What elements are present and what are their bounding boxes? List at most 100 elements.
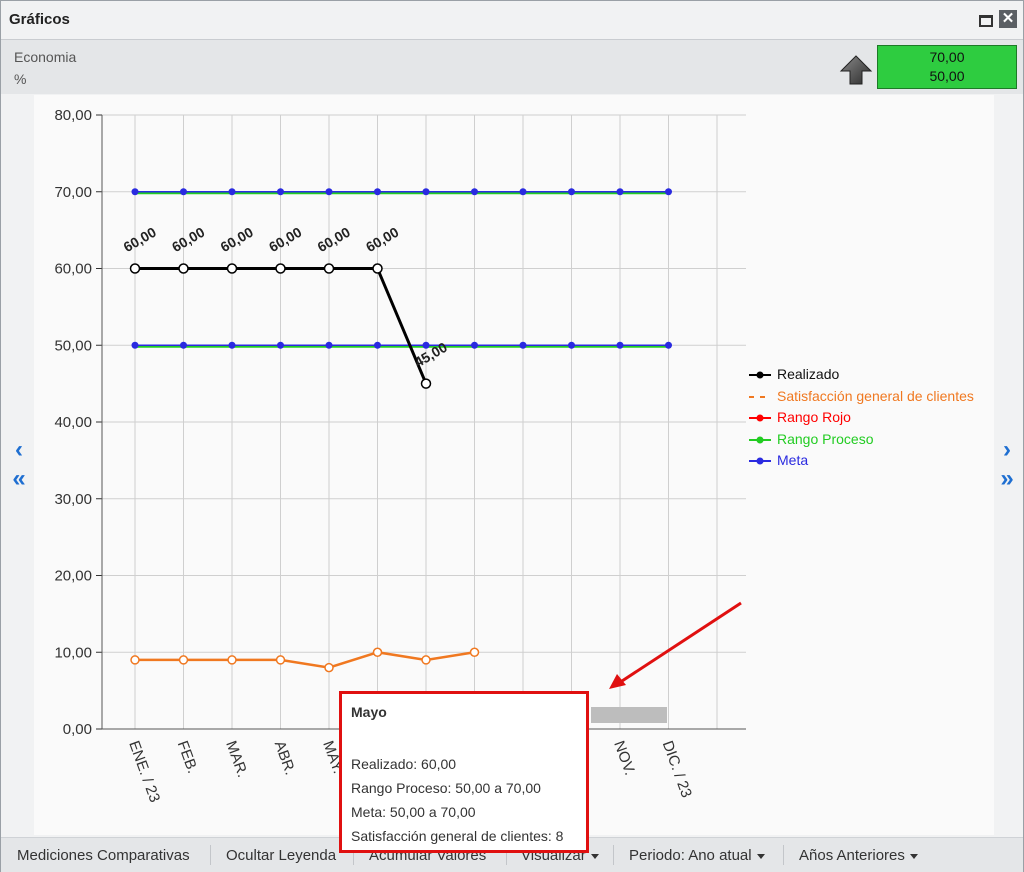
x-tick-label: FEB. (174, 739, 201, 776)
realizado-data-label: 60,00 (315, 224, 354, 255)
meta-point (325, 341, 333, 349)
realizado-data-label: 60,00 (363, 224, 402, 255)
meta-point (616, 188, 624, 196)
y-tick-label: 0,00 (63, 721, 92, 738)
satisfaccion-point (130, 655, 140, 665)
period-dropdown[interactable]: Periodo: Ano atual (629, 847, 765, 864)
meta-point (422, 188, 430, 196)
scroll-bar (591, 707, 667, 723)
y-tick-label: 50,00 (54, 337, 92, 354)
last-period-button[interactable]: » (997, 467, 1017, 491)
realizado-data-label: 45,00 (412, 339, 451, 370)
meta-point (471, 188, 478, 196)
tooltip-title: Mayo (351, 704, 387, 720)
realizado-point (226, 263, 238, 274)
window-title: Gráficos (9, 11, 70, 28)
tooltip-line: Rango Proceso: 50,00 a 70,00 (351, 780, 541, 796)
meta-point (325, 188, 333, 196)
satisfaccion-point (372, 647, 383, 657)
meta-point (131, 188, 139, 196)
legend-label: Rango Rojo (777, 409, 851, 425)
meta-point (568, 188, 575, 196)
y-tick-label: 40,00 (54, 414, 92, 431)
x-tick-label: NOV. (610, 739, 638, 778)
legend-label: Rango Proceso (777, 430, 874, 447)
previous-years-dropdown[interactable]: Años Anteriores (799, 847, 918, 864)
meta-point (374, 341, 381, 349)
graficos-window: Gráficos ✕ Economia % 70,00 50,00 0,00 10… (0, 0, 1024, 872)
comparative-measurements-button[interactable]: Mediciones Comparativas (17, 847, 190, 864)
indicator-unit: % (14, 71, 27, 87)
realizado-point (275, 263, 286, 274)
annotation-arrow (609, 601, 742, 689)
legend-marker (749, 395, 771, 398)
legend-label: Realizado (777, 366, 840, 382)
meta-point (180, 188, 187, 196)
indicator-header: Economia % 70,00 50,00 (1, 40, 1023, 94)
y-tick-label: 20,00 (54, 568, 92, 585)
meta-point (228, 188, 236, 196)
range-low-value: 50,00 (929, 68, 965, 84)
next-period-button[interactable]: › (997, 438, 1017, 462)
y-tick-label: 30,00 (54, 491, 92, 508)
prev-period-button[interactable]: ‹ (9, 438, 29, 462)
satisfaccion-point (275, 655, 286, 665)
meta-point (180, 341, 187, 349)
meta-point (228, 341, 236, 349)
legend-label: Satisfacción general de clientes (777, 387, 974, 404)
satisfaccion-point (469, 647, 480, 657)
meta-point (519, 188, 527, 196)
realizado-point (178, 263, 189, 274)
realizado-data-label: 60,00 (169, 224, 208, 255)
satisfaccion-point (227, 655, 237, 665)
previous-years-label: Años Anteriores (799, 847, 905, 864)
hide-legend-button[interactable]: Ocultar Leyenda (226, 847, 336, 864)
meta-point (568, 341, 575, 349)
x-tick-label: DIC. / 23 (659, 739, 695, 800)
realizado-point (420, 378, 432, 389)
realizado-point (323, 263, 335, 274)
close-icon[interactable]: ✕ (999, 10, 1017, 28)
realizado-data-label: 60,00 (121, 224, 160, 255)
realizado-point (372, 263, 383, 274)
chevron-down-icon (756, 853, 765, 859)
maximize-icon[interactable] (976, 10, 994, 28)
tooltip-line: Realizado: 60,00 (351, 756, 457, 772)
meta-point (131, 341, 139, 349)
meta-point (616, 341, 624, 349)
title-bar: Gráficos ✕ (1, 1, 1023, 40)
legend-marker (749, 436, 771, 443)
range-high-value: 70,00 (929, 49, 965, 65)
x-tick-label: MAR. (222, 739, 251, 780)
realizado-data-label: 60,00 (218, 224, 257, 255)
data-tooltip: Mayo Realizado: 60,00 Rango Proceso: 50,… (339, 691, 589, 853)
range-value-box: 70,00 50,00 (877, 45, 1017, 89)
legend-marker (749, 371, 771, 379)
y-tick-label: 70,00 (54, 184, 92, 201)
meta-point (277, 341, 284, 349)
satisfaccion-point (324, 662, 334, 673)
satisfaccion-point (178, 655, 189, 665)
tooltip-line: Satisfacción general de clientes: 8 (351, 828, 564, 844)
y-tick-label: 60,00 (54, 261, 92, 278)
realizado-point (129, 263, 141, 274)
legend-marker (749, 457, 771, 465)
realizado-data-label: 60,00 (266, 224, 305, 255)
period-label: Periodo: Ano atual (629, 847, 752, 864)
meta-point (374, 188, 381, 196)
y-tick-label: 80,00 (54, 107, 92, 124)
y-tick-label: 10,00 (54, 644, 92, 661)
up-arrow-icon (839, 55, 873, 85)
meta-point (277, 188, 284, 196)
chevron-down-icon (590, 853, 599, 859)
meta-point (665, 341, 672, 349)
meta-point (519, 341, 527, 349)
first-period-button[interactable]: « (9, 467, 29, 491)
legend-marker (749, 414, 771, 422)
chevron-down-icon (909, 853, 918, 859)
x-tick-label: ABR. (271, 739, 299, 778)
x-tick-label: ENE. / 23 (125, 739, 163, 805)
indicator-name: Economia (14, 49, 77, 65)
meta-point (665, 188, 672, 196)
satisfaccion-point (421, 655, 431, 665)
